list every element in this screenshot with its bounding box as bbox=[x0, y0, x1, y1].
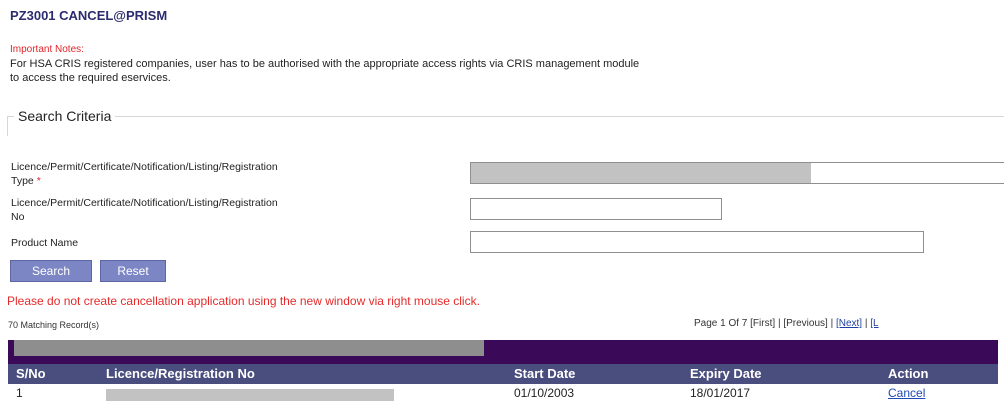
no-label-line-1: Licence/Permit/Certificate/Notification/… bbox=[11, 197, 278, 209]
search-criteria-legend: Search Criteria bbox=[14, 108, 116, 124]
notes-text-line-1: For HSA CRIS registered companies, user … bbox=[10, 58, 640, 70]
cell-sno: 1 bbox=[16, 386, 23, 400]
search-button[interactable]: Search bbox=[10, 260, 92, 282]
notes-text-line-2: to access the required eservices. bbox=[10, 72, 171, 84]
type-select[interactable] bbox=[470, 162, 1004, 184]
product-name-label: Product Name bbox=[11, 237, 79, 249]
no-label: Licence/Permit/Certificate/Notification/… bbox=[11, 196, 278, 224]
notes-heading: Important Notes: bbox=[10, 44, 84, 55]
cell-action: Cancel bbox=[888, 386, 925, 400]
column-header-expiry-date[interactable]: Expiry Date bbox=[690, 366, 762, 381]
page-title: PZ3001 CANCEL@PRISM bbox=[10, 8, 168, 23]
reset-button[interactable]: Reset bbox=[100, 260, 166, 282]
pager-first[interactable]: [First] bbox=[750, 318, 775, 329]
column-header-start-date[interactable]: Start Date bbox=[514, 366, 575, 381]
search-criteria-border bbox=[7, 116, 1004, 118]
pager-previous[interactable]: [Previous] bbox=[783, 318, 827, 329]
cancellation-warning: Please do not create cancellation applic… bbox=[7, 294, 480, 308]
pager-last[interactable]: [L bbox=[870, 318, 878, 329]
page-indicator: Page 1 Of 7 bbox=[694, 318, 748, 329]
licence-no-input[interactable] bbox=[470, 198, 722, 220]
column-header-sno[interactable]: S/No bbox=[16, 366, 46, 381]
type-label: Licence/Permit/Certificate/Notification/… bbox=[11, 160, 278, 188]
product-name-input[interactable] bbox=[470, 231, 924, 253]
required-marker: * bbox=[36, 175, 41, 187]
table-title-redacted bbox=[14, 340, 484, 356]
pager-next[interactable]: [Next] bbox=[836, 318, 862, 329]
type-select-redacted bbox=[471, 163, 811, 183]
cell-expiry-date: 18/01/2017 bbox=[690, 386, 751, 400]
pager-sep-3: | bbox=[864, 318, 868, 329]
type-label-line-2: Type bbox=[11, 175, 34, 187]
column-header-licence-no[interactable]: Licence/Registration No bbox=[106, 366, 255, 381]
column-header-action: Action bbox=[888, 366, 929, 381]
cell-licence-no-redacted bbox=[106, 389, 394, 401]
matching-records-count: 70 Matching Record(s) bbox=[8, 320, 100, 330]
search-criteria-border-left bbox=[7, 116, 9, 136]
cancel-link[interactable]: Cancel bbox=[888, 386, 925, 400]
no-label-line-2: No bbox=[11, 211, 25, 223]
type-label-line-1: Licence/Permit/Certificate/Notification/… bbox=[11, 161, 278, 173]
pager-sep-2: | bbox=[830, 318, 834, 329]
pager-sep-1: | bbox=[777, 318, 781, 329]
pagination: Page 1 Of 7 [First] | [Previous] | [Next… bbox=[694, 318, 879, 329]
cell-start-date: 01/10/2003 bbox=[514, 386, 575, 400]
type-label-line-2-wrap: Type * bbox=[11, 174, 278, 188]
